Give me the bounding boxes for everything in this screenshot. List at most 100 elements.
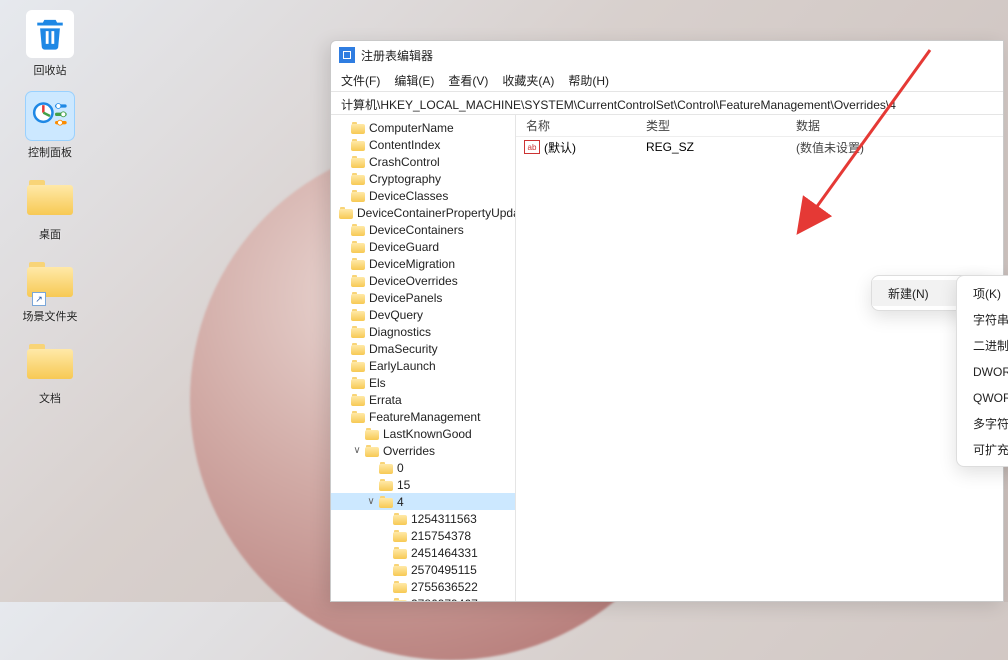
folder-icon	[351, 122, 365, 134]
control-panel-icon	[30, 96, 70, 136]
menu-item-multistring[interactable]: 多字符串值(M)	[957, 410, 1008, 436]
folder-icon	[351, 190, 365, 202]
tree-twisty-icon[interactable]: ∨	[365, 496, 377, 507]
tree-node-label: Diagnostics	[369, 325, 431, 339]
folder-icon	[351, 309, 365, 321]
tree-node[interactable]: DeviceContainers	[331, 221, 515, 238]
col-data[interactable]: 数据	[786, 117, 1003, 134]
menu-item-qword[interactable]: QWORD (64 位)值(Q)	[957, 384, 1008, 410]
desktop-folder-1[interactable]: 桌面	[10, 174, 90, 242]
tree-node[interactable]: LastKnownGood	[331, 425, 515, 442]
tree-node-label: LastKnownGood	[383, 427, 472, 441]
folder-icon	[351, 292, 365, 304]
tree-node-label: DeviceMigration	[369, 257, 455, 271]
control-panel[interactable]: 控制面板	[10, 92, 90, 160]
tree-node[interactable]: EarlyLaunch	[331, 357, 515, 374]
tree-node-label: 1254311563	[411, 512, 477, 526]
folder-icon	[351, 326, 365, 338]
tree-node[interactable]: ∨ Overrides	[331, 442, 515, 459]
desktop-folder-1-label: 桌面	[10, 226, 90, 242]
tree-node[interactable]: ComputerName	[331, 119, 515, 136]
context-submenu-new: 项(K) 字符串值(S) 二进制值(B) DWORD (32 位)值(D) QW…	[956, 275, 1008, 467]
menu-edit[interactable]: 编辑(E)	[394, 72, 434, 89]
folder-icon	[351, 156, 365, 168]
tree-node-label: DeviceContainers	[369, 223, 464, 237]
tree-node[interactable]: CrashControl	[331, 153, 515, 170]
recycle-bin[interactable]: 回收站	[10, 10, 90, 78]
menu-file[interactable]: 文件(F)	[341, 72, 380, 89]
tree-node[interactable]: DmaSecurity	[331, 340, 515, 357]
tree-node[interactable]: DeviceMigration	[331, 255, 515, 272]
menu-item-new-label: 新建(N)	[888, 285, 929, 302]
values-pane[interactable]: 名称 类型 数据 ab (默认) REG_SZ (数值未设置) 新建(N) ▶ …	[516, 115, 1003, 601]
tree-node[interactable]: DeviceGuard	[331, 238, 515, 255]
tree-node[interactable]: DevQuery	[331, 306, 515, 323]
desktop-folder-2[interactable]: ↗ 场景文件夹	[10, 256, 90, 324]
tree-node-label: 2755636522	[411, 580, 478, 594]
titlebar[interactable]: 注册表编辑器	[331, 41, 1003, 69]
value-row-default[interactable]: ab (默认) REG_SZ (数值未设置)	[516, 137, 1003, 157]
folder-icon	[379, 479, 393, 491]
folder-icon	[393, 530, 407, 542]
folder-icon	[27, 180, 73, 216]
folder-icon	[393, 598, 407, 602]
value-type: REG_SZ	[636, 140, 786, 154]
tree-node[interactable]: ContentIndex	[331, 136, 515, 153]
tree-node[interactable]: ∨4	[331, 493, 515, 510]
tree-pane[interactable]: ComputerNameContentIndexCrashControlCryp…	[331, 115, 516, 601]
menu-favorites[interactable]: 收藏夹(A)	[502, 72, 554, 89]
menu-item-binary[interactable]: 二进制值(B)	[957, 332, 1008, 358]
tree-node[interactable]: FeatureManagement	[331, 408, 515, 425]
tree-node-label: FeatureManagement	[369, 410, 480, 424]
tree-node-label: DeviceGuard	[369, 240, 439, 254]
tree-node[interactable]: Errata	[331, 391, 515, 408]
folder-icon	[351, 275, 365, 287]
tree-node-label: Els	[369, 376, 386, 390]
folder-icon	[393, 513, 407, 525]
folder-icon	[365, 428, 379, 440]
tree-node-label: DevicePanels	[369, 291, 442, 305]
tree-node[interactable]: 15	[331, 476, 515, 493]
tree-node-label: Errata	[369, 393, 402, 407]
address-bar[interactable]: 计算机\HKEY_LOCAL_MACHINE\SYSTEM\CurrentCon…	[331, 91, 1003, 115]
tree-node[interactable]: 215754378	[331, 527, 515, 544]
tree-node-label: 215754378	[411, 529, 471, 543]
menu-item-string[interactable]: 字符串值(S)	[957, 306, 1008, 332]
folder-icon	[379, 462, 393, 474]
menu-item-key[interactable]: 项(K)	[957, 280, 1008, 306]
tree-node[interactable]: DeviceClasses	[331, 187, 515, 204]
tree-node[interactable]: Els	[331, 374, 515, 391]
tree-node[interactable]: DeviceContainerPropertyUpda	[331, 204, 515, 221]
folder-icon	[379, 496, 393, 508]
tree-node[interactable]: 0	[331, 459, 515, 476]
recycle-bin-label: 回收站	[10, 62, 90, 78]
desktop-folder-3[interactable]: 文档	[10, 338, 90, 406]
menu-help[interactable]: 帮助(H)	[568, 72, 609, 89]
col-name[interactable]: 名称	[516, 117, 636, 134]
folder-icon	[339, 207, 353, 219]
tree-node[interactable]: 2570495115	[331, 561, 515, 578]
tree-node[interactable]: Diagnostics	[331, 323, 515, 340]
tree-node[interactable]: Cryptography	[331, 170, 515, 187]
folder-icon	[351, 377, 365, 389]
folder-icon	[351, 139, 365, 151]
tree-node[interactable]: 2786979467	[331, 595, 515, 601]
tree-node-label: Overrides	[383, 444, 435, 458]
folder-icon	[351, 224, 365, 236]
folder-icon	[393, 547, 407, 559]
desktop: 回收站 控制面板 桌面 ↗ 场景文件夹 文档	[0, 0, 100, 420]
menu-item-expandstring[interactable]: 可扩充字符串值(E)	[957, 436, 1008, 462]
col-type[interactable]: 类型	[636, 117, 786, 134]
menu-view[interactable]: 查看(V)	[448, 72, 488, 89]
tree-node[interactable]: DevicePanels	[331, 289, 515, 306]
tree-node[interactable]: DeviceOverrides	[331, 272, 515, 289]
tree-node-label: DeviceOverrides	[369, 274, 458, 288]
tree-node-label: DeviceContainerPropertyUpda	[357, 206, 516, 220]
menu-item-dword[interactable]: DWORD (32 位)值(D)	[957, 358, 1008, 384]
tree-twisty-icon[interactable]: ∨	[351, 445, 363, 456]
folder-icon	[351, 394, 365, 406]
tree-node-label: DevQuery	[369, 308, 423, 322]
tree-node[interactable]: 1254311563	[331, 510, 515, 527]
tree-node[interactable]: 2451464331	[331, 544, 515, 561]
tree-node[interactable]: 2755636522	[331, 578, 515, 595]
